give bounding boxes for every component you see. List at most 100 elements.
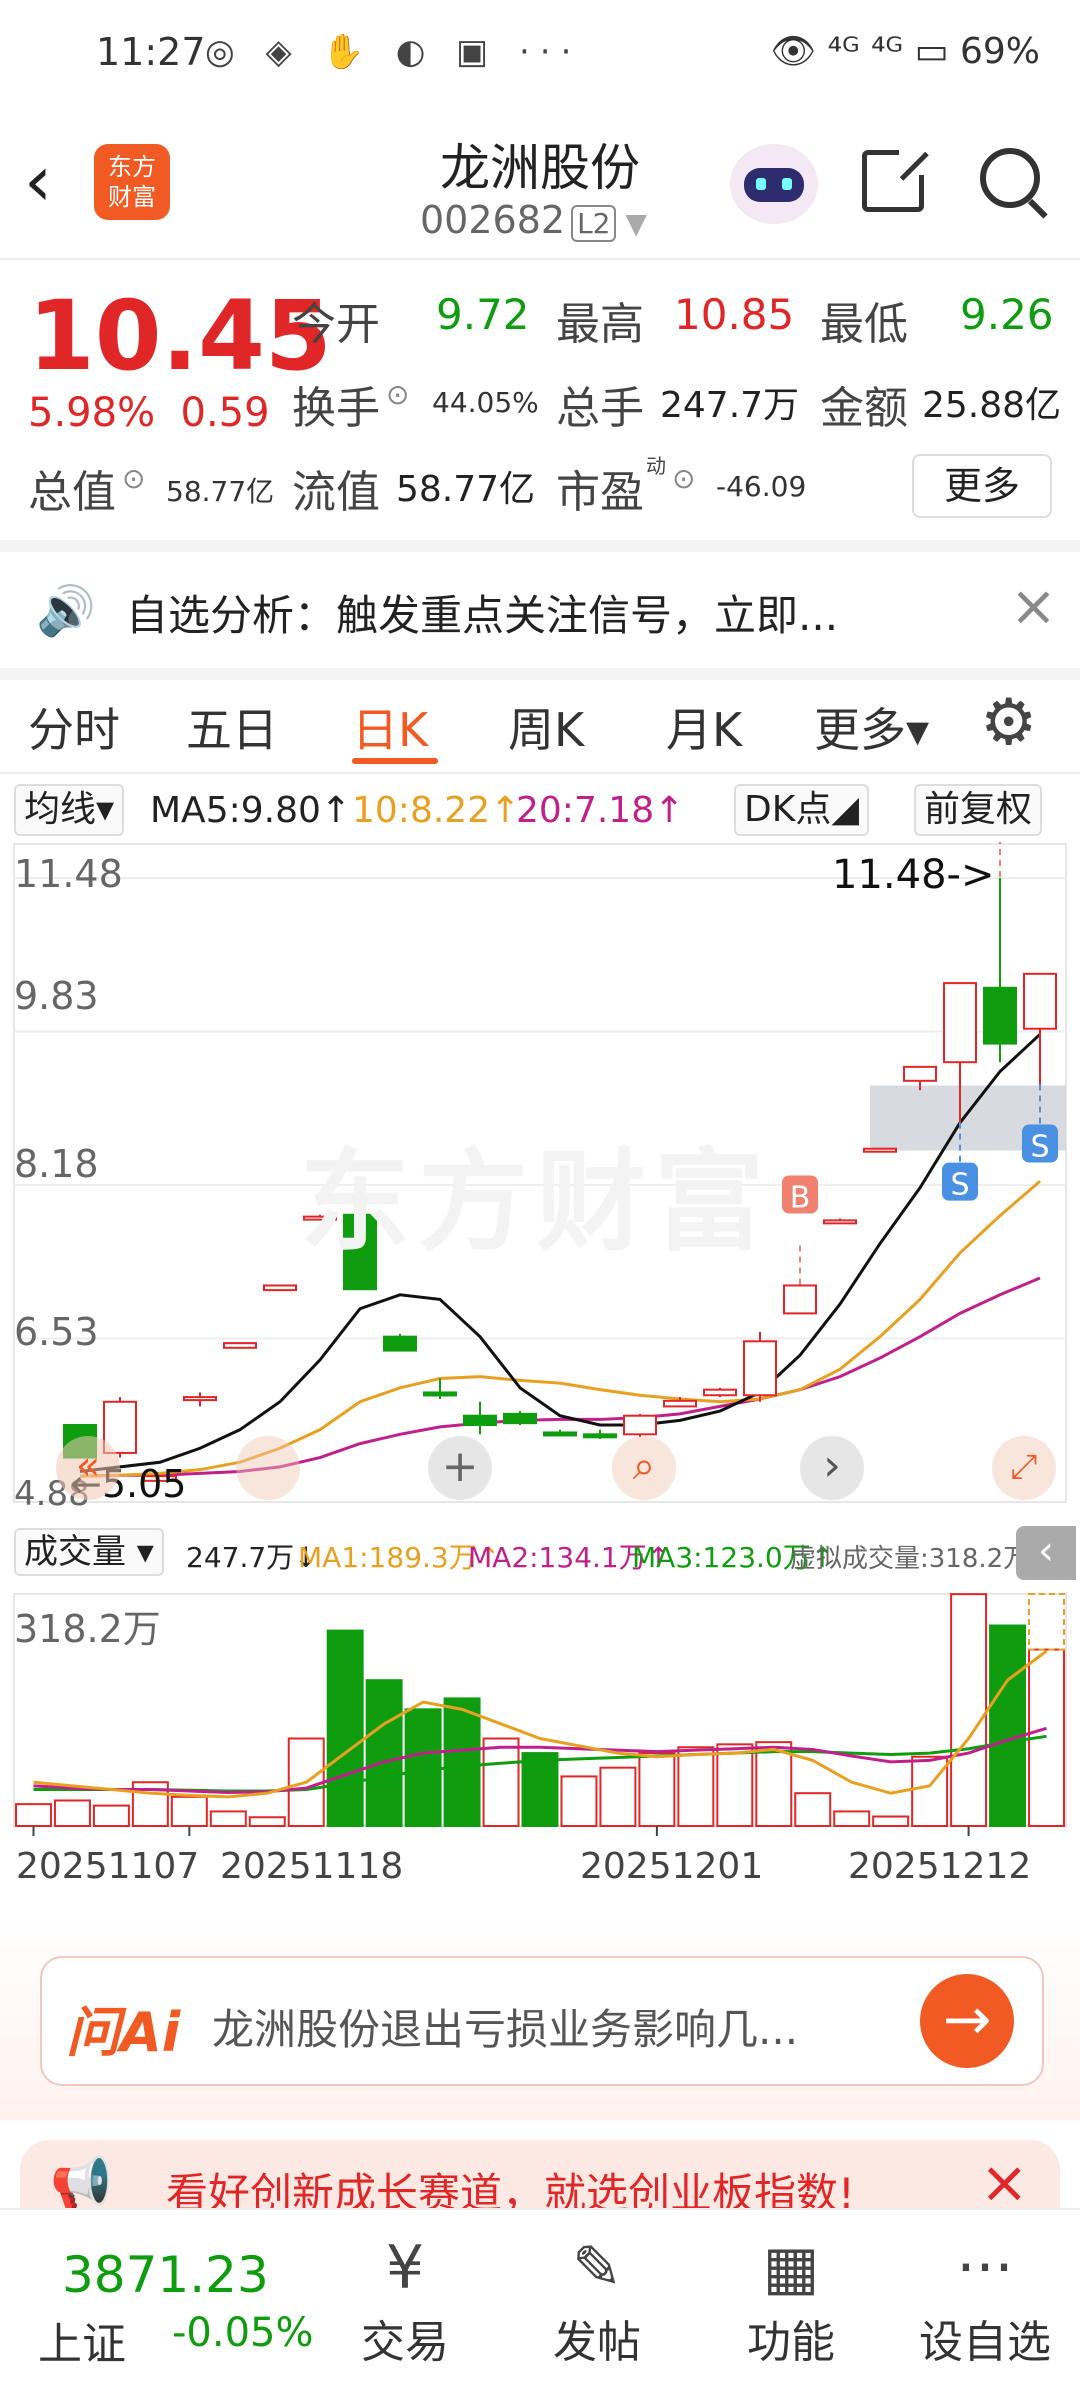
- more-quote-button[interactable]: 更多: [912, 454, 1052, 518]
- volume-bar: [794, 1792, 832, 1827]
- volume-svg[interactable]: [0, 1584, 1080, 1944]
- candle-body: [263, 1284, 297, 1292]
- volume-value: 247.7万: [660, 385, 800, 426]
- kline-chart[interactable]: BSBS 11.48 9.83 8.18 6.53 4.88 东方财富 11.4…: [0, 768, 1080, 1520]
- volume-bar: [872, 1815, 910, 1827]
- volume-bar: [15, 1803, 52, 1828]
- level2-badge: L2: [571, 205, 617, 242]
- assistant-robot-icon[interactable]: [730, 144, 818, 224]
- volume-chart[interactable]: 318.2万 20251107 20251118 20251201 202512…: [0, 1584, 1080, 1944]
- info-icon[interactable]: ⊙: [122, 462, 145, 495]
- nav-post[interactable]: ✎ 发帖: [522, 2230, 672, 2370]
- nav-add-watchlist[interactable]: ··· 设自选: [910, 2230, 1060, 2370]
- y-tick-label: 8.18: [14, 1142, 99, 1186]
- y-tick-label: 11.48: [14, 852, 123, 896]
- date-tick: 20251118: [220, 1846, 404, 1887]
- tab-monthly-k[interactable]: 月K: [666, 694, 742, 760]
- candle-body: [423, 1391, 457, 1397]
- nav-trade[interactable]: ¥ 交易: [330, 2230, 480, 2370]
- info-icon[interactable]: ⊙: [386, 378, 409, 411]
- dk-point-button[interactable]: DK点◢: [734, 784, 870, 836]
- volume-bar: [599, 1766, 637, 1827]
- turnover-value: 44.05%: [432, 386, 539, 419]
- volume-bar: [326, 1629, 364, 1828]
- signal-label: S: [1030, 1130, 1049, 1165]
- adjust-select[interactable]: 前复权: [914, 784, 1043, 836]
- candle-body: [623, 1414, 657, 1436]
- collapse-panel-icon[interactable]: ‹: [1016, 1526, 1076, 1580]
- close-icon[interactable]: ×: [1010, 574, 1057, 639]
- volume-bar: [209, 1810, 247, 1827]
- low-value: 9.26: [960, 290, 1054, 339]
- index-value: 3871.23: [62, 2246, 269, 2304]
- candle-body: [383, 1335, 417, 1352]
- candle-body: [783, 1284, 817, 1315]
- volume-bar: [716, 1743, 754, 1827]
- virtual-volume: 虚拟成交量:318.2万: [790, 1544, 1030, 1574]
- nav-label: 功能: [747, 2317, 835, 2368]
- stock-code-selector[interactable]: 002682 L2 ▼: [420, 198, 647, 242]
- notice-text[interactable]: 自选分析：触发重点关注信号，立即...: [126, 582, 838, 643]
- gear-icon[interactable]: ⚙: [980, 686, 1037, 760]
- nav-functions[interactable]: ▦ 功能: [716, 2230, 866, 2370]
- info-icon[interactable]: ⊙: [672, 462, 695, 495]
- crosshair-icon[interactable]: +: [428, 1436, 492, 1500]
- close-icon[interactable]: ×: [980, 2148, 1029, 2216]
- scroll-left-icon[interactable]: «: [56, 1436, 120, 1500]
- tab-weekly-k[interactable]: 周K: [508, 694, 584, 760]
- status-system-icons: 👁 ⁴ᴳ ⁴ᴳ ▭ 69%: [770, 31, 1041, 72]
- volume-bar: [950, 1593, 988, 1828]
- ask-ai-bar[interactable]: 问Ai 龙洲股份退出亏损业务影响几... →: [40, 1956, 1044, 2086]
- market-cap-value: 58.77亿: [166, 475, 275, 508]
- ask-ai-question[interactable]: 龙洲股份退出亏损业务影响几...: [212, 1996, 798, 2057]
- candle-body: [543, 1431, 577, 1437]
- volume-bar: [404, 1708, 442, 1827]
- arrow-right-icon[interactable]: →: [920, 1974, 1014, 2068]
- date-tick: 20251212: [848, 1846, 1032, 1887]
- tab-daily-k[interactable]: 日K: [352, 694, 428, 760]
- volume-bar: [911, 1755, 949, 1827]
- zoom-out-button[interactable]: [236, 1436, 300, 1500]
- pe-value: -46.09: [716, 470, 807, 503]
- tab-intraday[interactable]: 分时: [28, 694, 120, 760]
- float-cap-value: 58.77亿: [396, 469, 536, 510]
- nav-label: 发帖: [553, 2317, 641, 2368]
- status-time: 11:27: [96, 30, 206, 74]
- search-icon[interactable]: [980, 148, 1048, 219]
- index-change: -0.05%: [172, 2310, 314, 2356]
- open-value: 9.72: [436, 290, 530, 339]
- pe-dynamic-sup: 动: [646, 454, 666, 478]
- volume-bar: [170, 1795, 208, 1827]
- chevron-down-icon: ▼: [616, 207, 647, 240]
- tab-more[interactable]: 更多▾: [814, 694, 929, 760]
- zoom-in-icon[interactable]: ⌕: [612, 1436, 676, 1500]
- candle-body: [943, 982, 977, 1064]
- signal-label: S: [950, 1168, 969, 1203]
- change-amount: 0.59: [180, 390, 270, 436]
- candle-body: [583, 1433, 617, 1439]
- ma-indicator-select[interactable]: 均线▾: [14, 784, 125, 836]
- yen-icon: ¥: [385, 2233, 425, 2303]
- amount-label: 金额: [820, 383, 908, 434]
- candle-body: [503, 1412, 537, 1425]
- tab-five-day[interactable]: 五日: [186, 694, 278, 760]
- volume-indicator-select[interactable]: 成交量 ▾: [14, 1528, 164, 1576]
- volume-bar: [521, 1752, 559, 1827]
- scroll-right-icon[interactable]: ›: [800, 1436, 864, 1500]
- volume-max-label: 318.2万: [14, 1607, 161, 1651]
- notice-bar[interactable]: 🔊 自选分析：触发重点关注信号，立即... ×: [0, 540, 1080, 680]
- ask-ai-logo: 问Ai: [66, 2001, 181, 2064]
- date-tick: 20251107: [16, 1846, 200, 1887]
- stock-code: 002682: [420, 198, 566, 242]
- volume-bar: [92, 1804, 130, 1827]
- ma20-line: [79, 1276, 1041, 1478]
- grid-icon: ▦: [762, 2233, 820, 2303]
- candle-body: [663, 1399, 697, 1408]
- watermark: 东方财富: [300, 1138, 772, 1266]
- virtual-volume-box: [1028, 1593, 1065, 1651]
- share-icon[interactable]: [862, 145, 929, 212]
- volume-bar: [755, 1741, 793, 1827]
- fullscreen-icon[interactable]: ⤢: [992, 1436, 1056, 1500]
- change-percent: 5.98%: [28, 390, 156, 436]
- candle-body: [703, 1388, 737, 1397]
